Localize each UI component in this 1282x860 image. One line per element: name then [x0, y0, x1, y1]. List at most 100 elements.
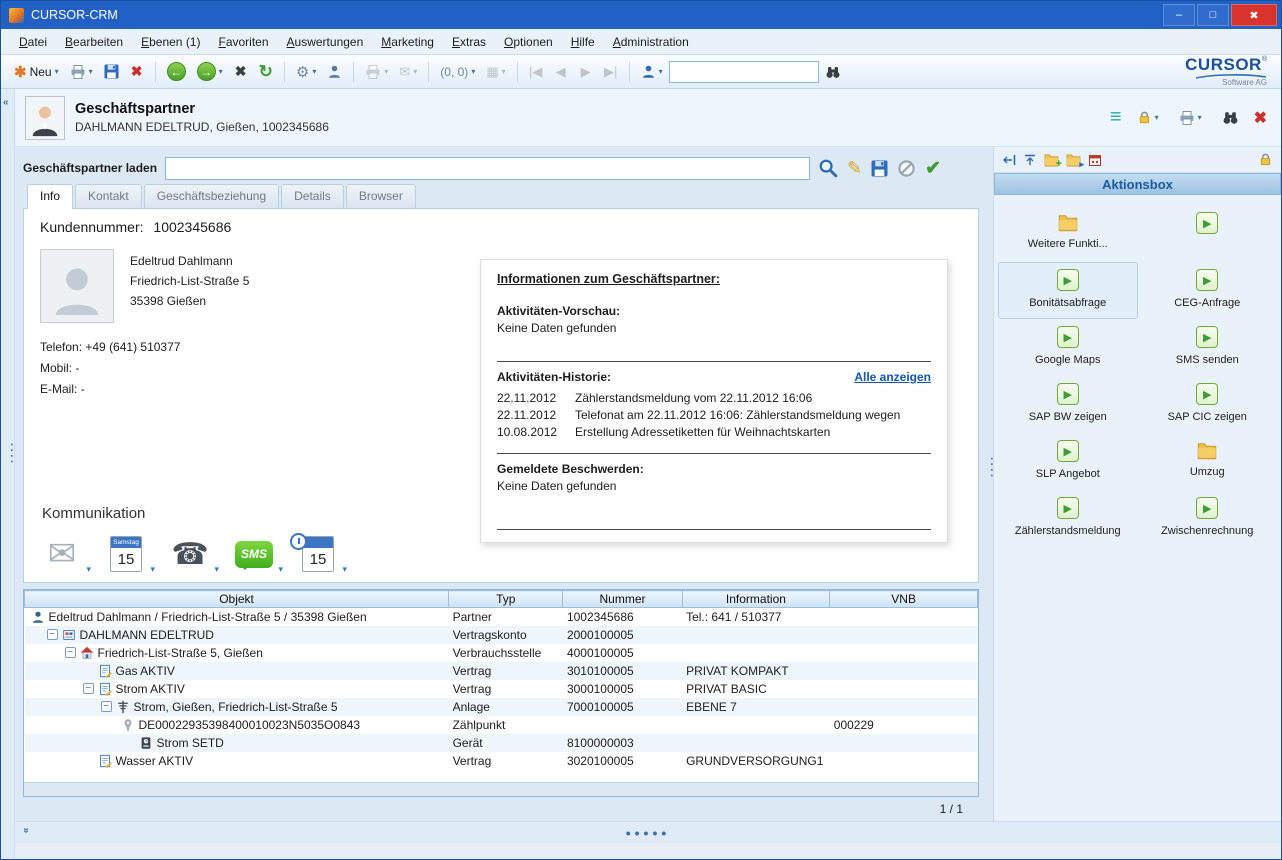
new-button[interactable]: ✱ Neu ▾ — [9, 59, 64, 85]
header-search-button[interactable] — [1217, 105, 1244, 131]
menu-bearbeiten[interactable]: Bearbeiten — [57, 31, 131, 53]
action-sap-cic-zeigen[interactable]: ▶ SAP CIC zeigen — [1138, 376, 1278, 433]
collapse-left-icon[interactable]: « — [3, 97, 9, 108]
nav-prev-button[interactable]: ◀ — [549, 59, 573, 85]
quick-search-input[interactable] — [669, 61, 819, 83]
table-row[interactable]: − Strom AKTIV Vertrag 3000100005 PRIVAT … — [25, 680, 978, 698]
appointment-button[interactable]: 15 ▾ — [298, 534, 338, 574]
table-row[interactable]: − Friedrich-List-Straße 5, Gießen Verbra… — [25, 644, 978, 662]
col-header-nummer[interactable]: Nummer — [563, 591, 682, 608]
action-weitere-funktionen[interactable]: Weitere Funkti... — [998, 205, 1138, 262]
menu-marketing[interactable]: Marketing — [373, 31, 442, 53]
close-view-icon[interactable]: ✖ — [1254, 108, 1267, 128]
splitter-handle[interactable]: ···· — [5, 443, 17, 466]
collapse-toggle[interactable]: − — [65, 647, 76, 658]
loader-input[interactable] — [165, 157, 810, 180]
collapse-toggle[interactable]: − — [83, 683, 94, 694]
history-row[interactable]: 10.08.2012 Erstellung Adressetiketten fü… — [497, 424, 931, 441]
menu-hilfe[interactable]: Hilfe — [563, 31, 603, 53]
action-sms-senden[interactable]: ▶ SMS senden — [1138, 319, 1278, 376]
table-row[interactable]: Strom SETD Gerät 8100000003 — [25, 734, 978, 752]
search-button[interactable] — [820, 59, 846, 85]
lock-icon[interactable] — [1258, 152, 1273, 167]
lock-button[interactable]: ▾ — [1132, 105, 1164, 131]
nav-next-button[interactable]: ▶ — [574, 59, 598, 85]
menu-favoriten[interactable]: Favoriten — [210, 31, 276, 53]
forward-button[interactable]: → ▾ — [192, 59, 228, 85]
menu-ebenen[interactable]: Ebenen (1) — [133, 31, 208, 53]
maximize-button[interactable]: □ — [1197, 4, 1229, 26]
menu-optionen[interactable]: Optionen — [496, 31, 561, 53]
table-row[interactable]: − DAHLMANN EDELTRUD Vertragskonto 200010… — [25, 626, 978, 644]
table-row[interactable]: − Strom, Gießen, Friedrich-List-Straße 5… — [25, 698, 978, 716]
confirm-check-icon[interactable]: ✔ — [925, 157, 941, 180]
nav-last-button[interactable]: ▶| — [599, 59, 623, 85]
table-row[interactable]: Gas AKTIV Vertrag 3010100005 PRIVAT KOMP… — [25, 662, 978, 680]
calendar-button[interactable]: Samstag 15 ▾ — [106, 534, 146, 574]
history-row[interactable]: 22.11.2012 Zählerstandsmeldung vom 22.11… — [497, 390, 931, 407]
action-ceg-anfrage[interactable]: ▶ CEG-Anfrage — [1138, 262, 1278, 319]
calendar-small-icon[interactable] — [1088, 153, 1102, 167]
nav-first-button[interactable]: |◀ — [524, 59, 548, 85]
left-collapse-strip[interactable]: « ···· — [1, 89, 15, 859]
action-google-maps[interactable]: ▶ Google Maps — [998, 319, 1138, 376]
refresh-button[interactable]: ↻ — [254, 59, 278, 85]
back-button[interactable]: ← — [162, 59, 191, 85]
menu-datei[interactable]: Datei — [11, 31, 55, 53]
dock-top-icon[interactable] — [1023, 153, 1037, 167]
counter-button[interactable]: (0, 0) ▾ — [435, 59, 480, 85]
col-header-information[interactable]: Information — [682, 591, 830, 608]
action-bonitaetsabfrage[interactable]: ▶ Bonitätsabfrage — [998, 262, 1138, 319]
menu-extras[interactable]: Extras — [444, 31, 494, 53]
edit-pencil-icon[interactable]: ✎ — [847, 158, 862, 179]
print-button[interactable]: ▾ — [65, 59, 98, 85]
history-row[interactable]: 22.11.2012 Telefonat am 22.11.2012 16:06… — [497, 407, 931, 424]
action-sap-bw-zeigen[interactable]: ▶ SAP BW zeigen — [998, 376, 1138, 433]
col-header-vnb[interactable]: VNB — [830, 591, 978, 608]
table-row[interactable]: Edeltrud Dahlmann / Friedrich-List-Straß… — [25, 608, 978, 626]
action-slp-angebot[interactable]: ▶ SLP Angebot — [998, 433, 1138, 490]
action-umzug[interactable]: Umzug — [1138, 433, 1278, 490]
delete-button[interactable]: ✖ — [125, 59, 149, 85]
tools-button[interactable]: ⚙ ▾ — [291, 59, 321, 85]
splitter-handle[interactable]: ••••• — [626, 825, 671, 841]
col-header-objekt[interactable]: Objekt — [25, 591, 449, 608]
collapse-toggle[interactable]: − — [101, 701, 112, 712]
action-zwischenrechnung[interactable]: ▶ Zwischenrechnung — [1138, 490, 1278, 547]
tab-geschaeftsbeziehung[interactable]: Geschäftsbeziehung — [144, 184, 279, 208]
save-button[interactable] — [99, 59, 124, 85]
quick-search-person-button[interactable]: ▾ — [636, 59, 668, 85]
menu-auswertungen[interactable]: Auswertungen — [279, 31, 372, 53]
sidebar-splitter[interactable]: ···· — [983, 147, 993, 821]
print-preview-button[interactable]: ▾ — [360, 59, 393, 85]
cancel-icon[interactable] — [897, 159, 916, 178]
action-abschlagsplan-aendern[interactable]: ▶ — [1138, 205, 1278, 262]
user-tools-button[interactable] — [322, 59, 347, 85]
send-sms-button[interactable]: SMS ▾ — [234, 534, 274, 574]
menu-administration[interactable]: Administration — [605, 31, 697, 53]
splitter-handle[interactable]: ···· — [985, 457, 997, 480]
bottom-splitter[interactable]: « ••••• — [15, 821, 1281, 843]
send-mail-button[interactable]: ✉ ▾ — [394, 59, 422, 85]
collapse-bottom-icon[interactable]: « — [20, 828, 31, 834]
save-record-icon[interactable] — [871, 160, 888, 177]
tab-details[interactable]: Details — [281, 184, 344, 208]
report-button[interactable]: ▦ ▾ — [481, 59, 510, 85]
dock-left-icon[interactable] — [1002, 153, 1016, 167]
tab-info[interactable]: Info — [27, 184, 73, 209]
send-email-button[interactable]: ✉ ▾ — [42, 534, 82, 574]
call-phone-button[interactable]: ☎ ▾ — [170, 534, 210, 574]
show-all-link[interactable]: Alle anzeigen — [854, 370, 931, 384]
search-icon[interactable] — [818, 158, 838, 178]
table-row[interactable]: Wasser AKTIV Vertrag 3020100005 GRUNDVER… — [25, 752, 978, 770]
tab-browser[interactable]: Browser — [346, 184, 416, 208]
close-button[interactable]: ✖ — [1231, 4, 1277, 26]
horizontal-scrollbar[interactable] — [24, 782, 978, 796]
table-row[interactable]: DE00022935398400010023N5035O0843 Zählpun… — [25, 716, 978, 734]
action-zaehlerstandsmeldung[interactable]: ▶ Zählerstandsmeldung — [998, 490, 1138, 547]
header-print-button[interactable]: ▾ — [1174, 105, 1207, 131]
minimize-button[interactable]: – — [1163, 4, 1195, 26]
col-header-typ[interactable]: Typ — [449, 591, 563, 608]
add-action-button[interactable]: ▸ — [1066, 152, 1081, 167]
close-record-button[interactable]: ✖ — [229, 59, 253, 85]
